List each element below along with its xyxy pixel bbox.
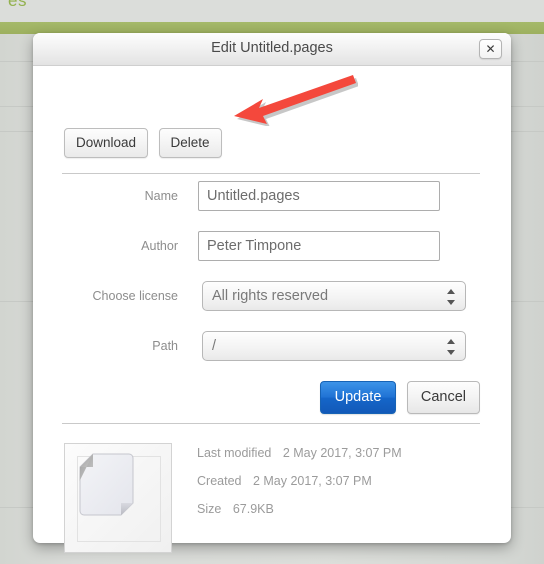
metadata-key: Created — [197, 474, 242, 488]
cancel-button[interactable]: Cancel — [406, 381, 480, 414]
name-field[interactable] — [198, 181, 440, 211]
dialog-titlebar: Edit Untitled.pages ✕ — [33, 33, 511, 66]
form-row-path: Path / — [33, 331, 511, 361]
metadata-key: Last modified — [197, 446, 272, 460]
metadata-value: 2 May 2017, 3:07 PM — [282, 446, 402, 460]
toolbar-divider — [62, 173, 480, 174]
background-heading-text: es — [8, 0, 27, 10]
metadata-value: 2 May 2017, 3:07 PM — [252, 474, 372, 488]
update-button[interactable]: Update — [319, 381, 397, 414]
license-select[interactable]: All rights reserved — [202, 281, 466, 311]
edit-file-dialog: Edit Untitled.pages ✕ Download Delete Na… — [33, 33, 511, 553]
dialog-title: Edit Untitled.pages — [211, 40, 333, 56]
dialog-submit-row: Update Cancel — [319, 381, 480, 414]
metadata-value: 67.9KB — [232, 502, 274, 516]
path-label: Path — [152, 339, 178, 353]
form-row-license: Choose license All rights reserved — [33, 281, 511, 311]
metadata-row: Last modified 2 May 2017, 3:07 PM — [197, 446, 402, 460]
chevron-updown-icon — [447, 338, 456, 356]
file-info-divider — [62, 423, 480, 424]
path-select[interactable]: / — [202, 331, 466, 361]
license-label: Choose license — [92, 289, 178, 303]
author-label: Author — [141, 239, 178, 253]
document-file-icon — [79, 453, 134, 516]
metadata-row: Created 2 May 2017, 3:07 PM — [197, 474, 402, 488]
chevron-updown-icon — [447, 288, 456, 306]
path-selected-value: / — [212, 338, 217, 354]
file-metadata-list: Last modified 2 May 2017, 3:07 PM Create… — [197, 446, 402, 530]
metadata-row: Size 67.9KB — [197, 502, 402, 516]
author-field[interactable] — [198, 231, 440, 261]
name-label: Name — [144, 189, 178, 203]
close-icon[interactable]: ✕ — [479, 39, 502, 59]
file-actions-toolbar: Download Delete — [64, 128, 222, 158]
form-row-author: Author — [33, 231, 511, 261]
metadata-key: Size — [197, 502, 222, 516]
license-selected-value: All rights reserved — [212, 288, 329, 304]
file-thumbnail — [64, 443, 172, 553]
download-button[interactable]: Download — [64, 128, 149, 158]
form-row-name: Name — [33, 181, 511, 211]
delete-button[interactable]: Delete — [158, 128, 222, 158]
